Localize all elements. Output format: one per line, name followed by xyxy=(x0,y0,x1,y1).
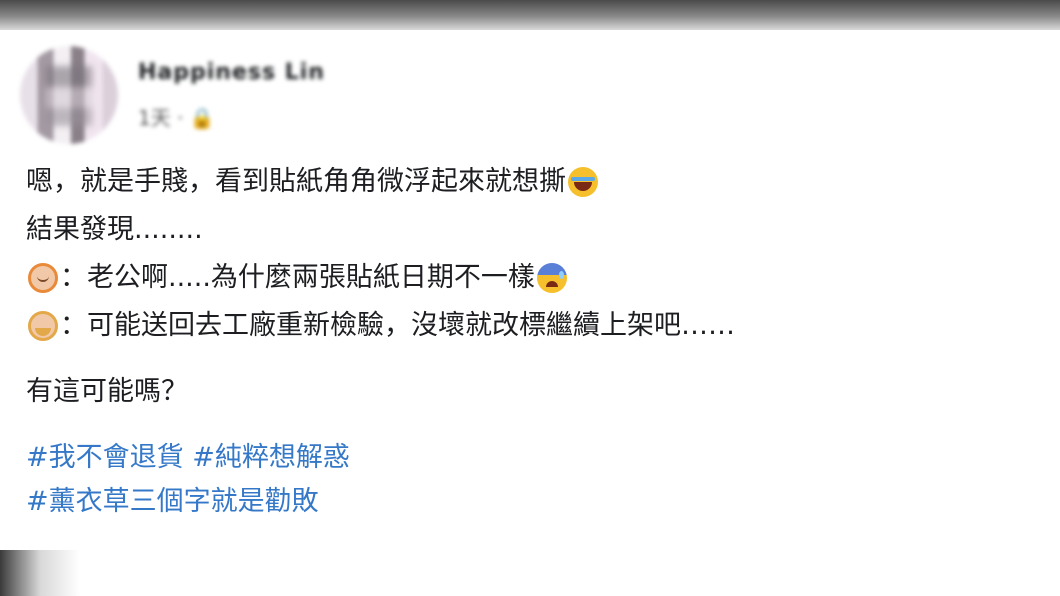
bottom-shadow-band xyxy=(0,550,1060,596)
post-body: 嗯，就是手賤，看到貼紙角角微浮起來就想撕 結果發現........ ：老公啊..… xyxy=(26,158,1036,522)
hashtag-link[interactable]: #純粹想解惑 xyxy=(192,442,350,473)
post-line-2-text: 結果發現........ xyxy=(26,214,203,245)
tears-of-joy-emoji-icon xyxy=(568,167,598,197)
man-emoji-icon xyxy=(28,311,58,341)
top-shadow-band xyxy=(0,0,1060,30)
post-line-1: 嗯，就是手賤，看到貼紙角角微浮起來就想撕 xyxy=(26,158,1036,206)
post-question-line: 有這可能嗎？ xyxy=(26,368,1036,416)
hashtag-line-2: #薰衣草三個字就是勸敗 xyxy=(26,478,1036,522)
post-line-3: ：老公啊.....為什麼兩張貼紙日期不一樣 xyxy=(26,254,1036,302)
post-question: 有這可能嗎？ xyxy=(26,376,188,407)
hashtag-line-1: #我不會退貨 #純粹想解惑 xyxy=(26,434,1036,478)
woman-emoji-icon xyxy=(28,263,58,293)
hashtag-link[interactable]: #我不會退貨 xyxy=(26,442,184,473)
post-line-4: ：可能送回去工廠重新檢驗，沒壞就改標繼續上架吧…… xyxy=(26,302,1036,350)
avatar-image xyxy=(46,66,92,126)
post-timestamp[interactable]: 1天 · 🔒 xyxy=(138,102,215,131)
post-line-3-text: ：老公啊.....為什麼兩張貼紙日期不一樣 xyxy=(60,262,535,293)
post-line-4-text: ：可能送回去工廠重新檢驗，沒壞就改標繼續上架吧…… xyxy=(60,310,735,341)
post-line-1-text: 嗯，就是手賤，看到貼紙角角微浮起來就想撕 xyxy=(26,166,566,197)
anxious-sweat-emoji-icon xyxy=(536,263,567,293)
hashtag-link[interactable]: #薰衣草三個字就是勸敗 xyxy=(26,486,319,517)
screenshot-frame: Happiness Lin 1天 · 🔒 嗯，就是手賤，看到貼紙角角微浮起來就想… xyxy=(0,0,1060,596)
avatar[interactable] xyxy=(20,46,118,144)
post-line-2: 結果發現........ xyxy=(26,206,1036,254)
author-name[interactable]: Happiness Lin xyxy=(138,60,325,85)
facebook-post-card: Happiness Lin 1天 · 🔒 嗯，就是手賤，看到貼紙角角微浮起來就想… xyxy=(0,30,1060,550)
